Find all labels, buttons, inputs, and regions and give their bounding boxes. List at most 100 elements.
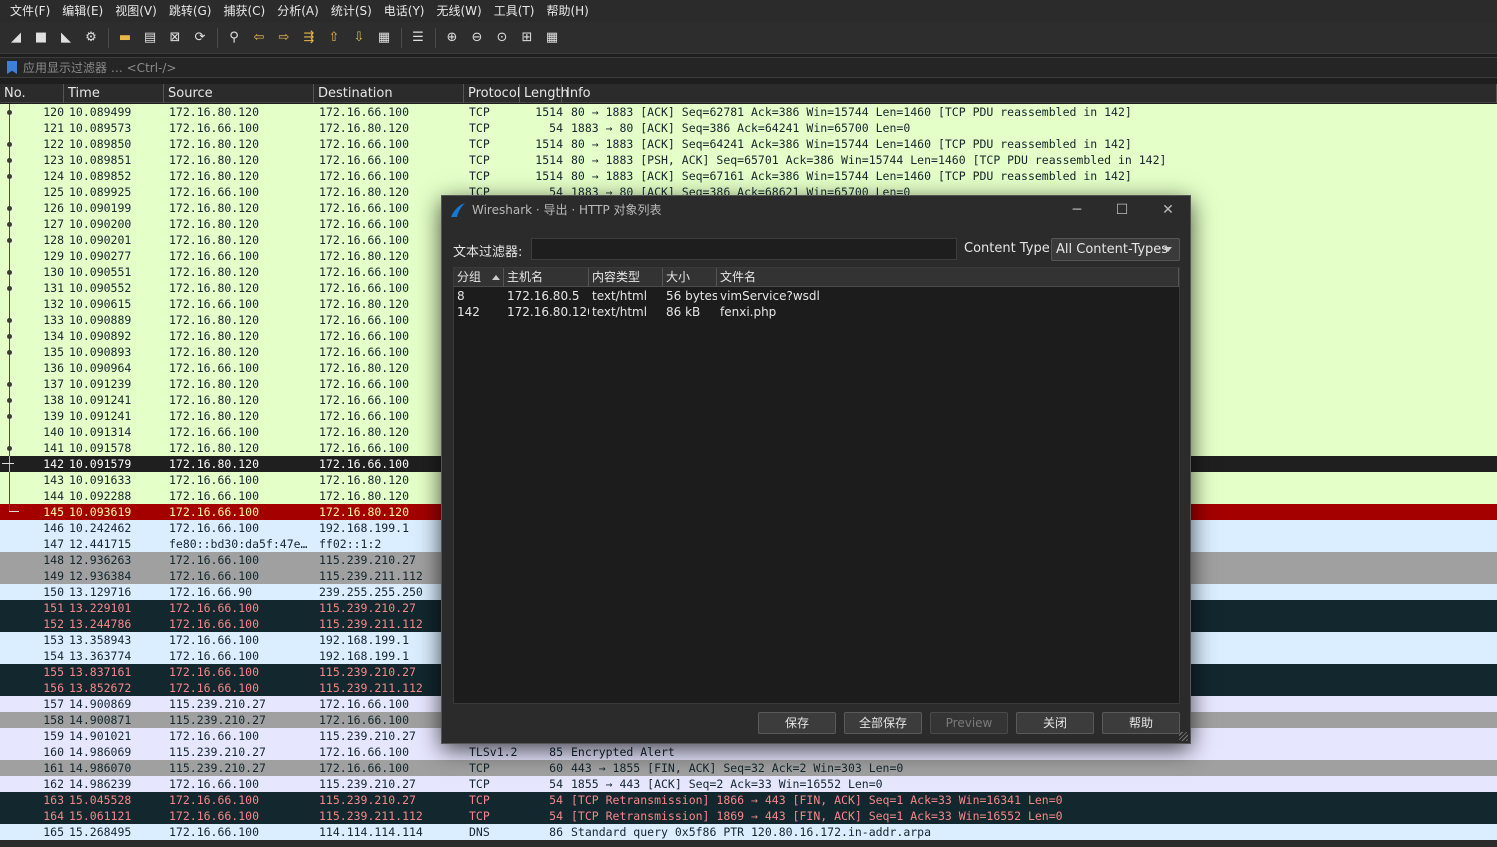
packet-no: 127 — [43, 217, 64, 231]
zoom-out-icon[interactable]: ⊖ — [467, 28, 487, 48]
packet-row[interactable]: 123 10.089851 172.16.80.120 172.16.66.100 TC… — [0, 152, 1497, 168]
maximize-icon[interactable]: ☐ — [1111, 200, 1133, 220]
object-row[interactable]: 8 172.16.80.5 text/html 56 bytes vimService?… — [454, 288, 1179, 304]
horizontal-scrollbar[interactable] — [0, 840, 1497, 847]
packet-time: 10.093619 — [69, 505, 132, 519]
packet-row[interactable]: 165 15.268495 172.16.66.100 114.114.114.114… — [0, 824, 1497, 840]
close-icon[interactable]: ✕ — [1157, 200, 1179, 220]
column-header-proto[interactable]: Protocol — [464, 84, 520, 103]
http-objects-table[interactable]: 分组 主机名 内容类型 大小 文件名 8 172.16.80.5 text/html 56 b… — [453, 267, 1180, 704]
packet-src: 172.16.80.120 — [169, 153, 260, 167]
go-forward-arrow-icon[interactable]: ⇨ — [274, 28, 294, 48]
save-all-button[interactable]: 全部保存 — [844, 712, 922, 734]
packet-src: 172.16.66.100 — [169, 361, 260, 375]
resize-columns-icon[interactable]: ⊞ — [517, 28, 537, 48]
packet-no: 164 — [43, 809, 64, 823]
packet-row[interactable]: 163 15.045528 172.16.66.100 115.239.210.27 T… — [0, 792, 1497, 808]
column-header-dst[interactable]: Destination — [314, 84, 464, 103]
packet-proto: TCP — [469, 105, 490, 119]
packet-time: 10.090964 — [69, 361, 132, 375]
bookmark-icon[interactable] — [7, 61, 17, 74]
objects-column-header[interactable]: 文件名 — [717, 268, 1179, 287]
packet-time: 10.089850 — [69, 137, 132, 151]
packet-dst: 115.239.210.27 — [319, 777, 416, 791]
restart-fin-icon[interactable]: ◣ — [56, 28, 76, 48]
menu-item[interactable]: 帮助(H) — [540, 0, 594, 22]
packet-src: 172.16.80.120 — [169, 345, 260, 359]
preview-button[interactable]: Preview — [930, 712, 1008, 734]
go-first-packet-icon[interactable]: ⇧ — [324, 28, 344, 48]
display-filter-bar[interactable]: 应用显示过滤器 … <Ctrl-/> — [0, 57, 1497, 78]
packet-row[interactable]: 164 15.061121 172.16.66.100 115.239.211.112… — [0, 808, 1497, 824]
menu-item[interactable]: 统计(S) — [325, 0, 378, 22]
packet-src: 172.16.66.100 — [169, 249, 260, 263]
packet-row[interactable]: 122 10.089850 172.16.80.120 172.16.66.100 TC… — [0, 136, 1497, 152]
go-to-packet-icon[interactable]: ⇶ — [299, 28, 319, 48]
zoom-normal-icon[interactable]: ⊙ — [492, 28, 512, 48]
menu-item[interactable]: 视图(V) — [109, 0, 163, 22]
help-button[interactable]: 帮助 — [1102, 712, 1180, 734]
objects-column-header[interactable]: 大小 — [663, 268, 717, 287]
packet-info: 80 → 1883 [PSH, ACK] Seq=65701 Ack=386 W… — [571, 153, 1167, 167]
packet-len: 54 — [549, 809, 563, 823]
layout-icon[interactable]: ▦ — [542, 28, 562, 48]
open-folder-icon[interactable]: ▬ — [115, 28, 135, 48]
menu-item[interactable]: 无线(W) — [431, 0, 488, 22]
menu-item[interactable]: 跳转(G) — [163, 0, 218, 22]
menu-item[interactable]: 分析(A) — [271, 0, 325, 22]
resize-grip[interactable] — [1179, 732, 1188, 741]
packet-row[interactable]: 160 14.986069 115.239.210.27 172.16.66.100 T… — [0, 744, 1497, 760]
find-packet-magnifier-icon[interactable]: ⚲ — [224, 28, 244, 48]
packet-src: 115.239.210.27 — [169, 745, 266, 759]
objects-column-header[interactable]: 内容类型 — [589, 268, 663, 287]
packet-no: 142 — [43, 457, 64, 471]
capture-options-gear-icon[interactable]: ⚙ — [81, 28, 101, 48]
column-header-time[interactable]: Time — [64, 84, 164, 103]
reload-file-icon[interactable]: ⟳ — [190, 28, 210, 48]
packet-row[interactable]: 121 10.089573 172.16.66.100 172.16.80.120 TC… — [0, 120, 1497, 136]
column-header-no[interactable]: No. — [0, 84, 64, 103]
save-button[interactable]: 保存 — [758, 712, 836, 734]
column-header-len[interactable]: Length — [520, 84, 569, 103]
text-filter-input[interactable] — [531, 238, 957, 260]
autoscroll-icon[interactable]: ▦ — [374, 28, 394, 48]
packet-len: 60 — [549, 761, 563, 775]
go-last-packet-icon[interactable]: ⇩ — [349, 28, 369, 48]
packet-time: 10.090277 — [69, 249, 132, 263]
packet-src: 172.16.80.120 — [169, 281, 260, 295]
packet-no: 122 — [43, 137, 64, 151]
colorize-list-icon[interactable]: ☰ — [408, 28, 428, 48]
menu-item[interactable]: 工具(T) — [488, 0, 541, 22]
go-back-arrow-icon[interactable]: ⇦ — [249, 28, 269, 48]
packet-proto: TCP — [469, 793, 490, 807]
packet-no: 123 — [43, 153, 64, 167]
shark-fin-start-icon[interactable]: ◢ — [6, 28, 26, 48]
packet-proto: TCP — [469, 153, 490, 167]
minimize-icon[interactable]: ─ — [1066, 200, 1088, 220]
save-file-icon[interactable]: ▤ — [140, 28, 160, 48]
packet-time: 13.852672 — [69, 681, 132, 695]
menu-item[interactable]: 文件(F) — [4, 0, 56, 22]
column-header-src[interactable]: Source — [164, 84, 314, 103]
objects-column-header[interactable]: 主机名 — [504, 268, 589, 287]
menu-item[interactable]: 编辑(E) — [56, 0, 109, 22]
packet-time: 14.901021 — [69, 729, 132, 743]
menu-item[interactable]: 电话(Y) — [378, 0, 431, 22]
packet-row[interactable]: 120 10.089499 172.16.80.120 172.16.66.100 TC… — [0, 104, 1497, 120]
object-row[interactable]: 142 172.16.80.120 text/html 86 kB fenxi.php — [454, 304, 1179, 320]
column-header-info[interactable]: Info — [562, 84, 1497, 103]
packet-row[interactable]: 161 14.986070 115.239.210.27 172.16.66.100 T… — [0, 760, 1497, 776]
close-button[interactable]: 关闭 — [1016, 712, 1094, 734]
zoom-in-icon[interactable]: ⊕ — [442, 28, 462, 48]
display-filter-placeholder[interactable]: 应用显示过滤器 … <Ctrl-/> — [23, 59, 176, 76]
packet-no: 130 — [43, 265, 64, 279]
stop-square-icon[interactable]: ■ — [31, 28, 51, 48]
packet-row[interactable]: 162 14.986239 172.16.66.100 115.239.210.27 T… — [0, 776, 1497, 792]
packet-len: 1514 — [535, 105, 563, 119]
packet-row[interactable]: 124 10.089852 172.16.80.120 172.16.66.100 TC… — [0, 168, 1497, 184]
packet-no: 139 — [43, 409, 64, 423]
close-file-icon[interactable]: ⊠ — [165, 28, 185, 48]
menu-item[interactable]: 捕获(C) — [217, 0, 271, 22]
content-type-select[interactable]: All Content-Types — [1051, 238, 1180, 261]
packet-len: 1514 — [535, 169, 563, 183]
